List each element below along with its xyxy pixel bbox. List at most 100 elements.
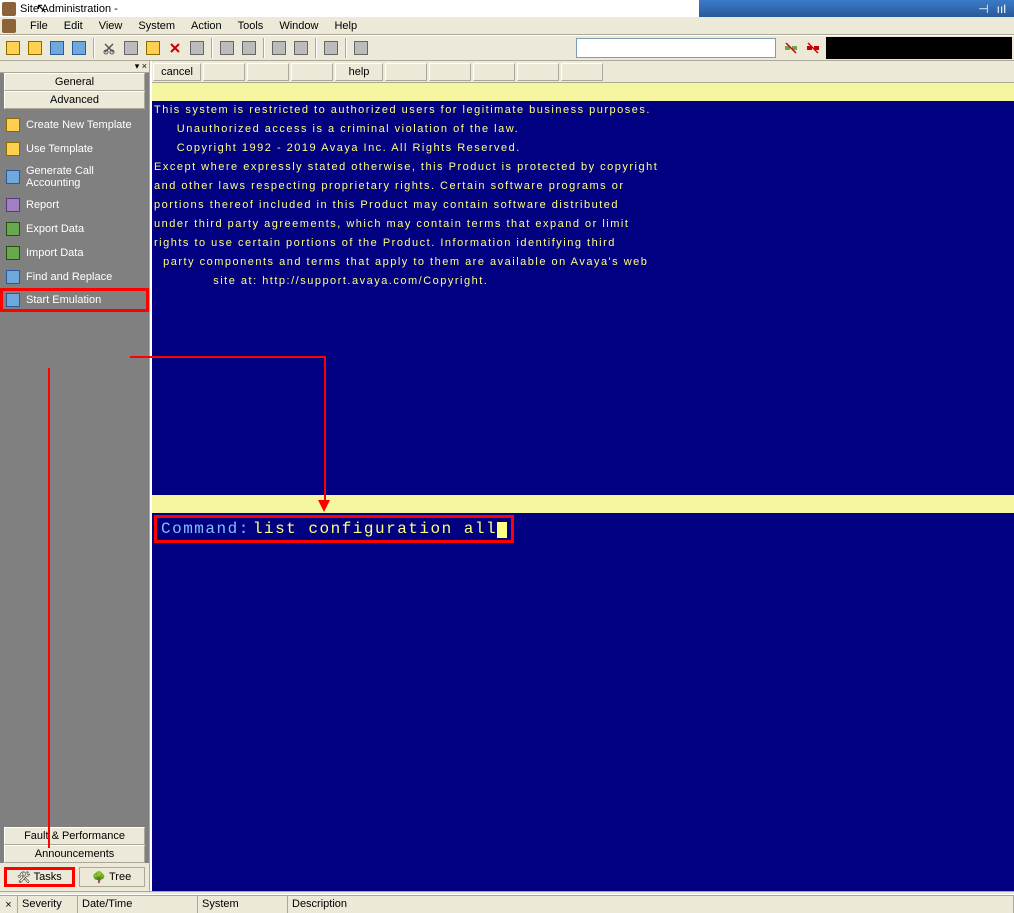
menu-action[interactable]: Action	[183, 20, 230, 32]
section-fault-performance[interactable]: Fault & Performance	[4, 827, 145, 845]
term-f7-button[interactable]	[429, 63, 471, 81]
sidebar-item-import-data[interactable]: Import Data	[0, 241, 149, 265]
terminal-text-l5: and other laws respecting proprietary ri…	[152, 177, 1014, 196]
toolbar-connect-icon[interactable]	[781, 38, 801, 58]
status-col-description[interactable]: Description	[288, 896, 1014, 913]
terminal-header-bar	[152, 83, 1014, 101]
sidebar-item-generate-call[interactable]: Generate Call Accounting	[0, 161, 149, 193]
term-f9-button[interactable]	[517, 63, 559, 81]
import-icon	[6, 246, 20, 260]
section-advanced[interactable]: Advanced	[4, 91, 145, 109]
sidebar-item-use-template[interactable]: Use Template	[0, 137, 149, 161]
window-title: Site Administration -	[20, 3, 118, 15]
toolbar-cut-icon[interactable]	[99, 38, 119, 58]
sidebar-item-export-data[interactable]: Export Data	[0, 217, 149, 241]
window-controls: ⊣ ııl	[699, 0, 1014, 17]
text-cursor	[497, 522, 507, 538]
toolbar-list-icon[interactable]	[217, 38, 237, 58]
toolbar-spacer	[826, 37, 1012, 59]
toolbar-grid-icon[interactable]	[239, 38, 259, 58]
annotation-arrow-head	[318, 500, 330, 512]
toolbar-saveall-icon[interactable]	[69, 38, 89, 58]
toolbar-props-icon[interactable]	[187, 38, 207, 58]
tab-tasks[interactable]: 🛠Tasks	[4, 867, 75, 887]
side-panel: ▾ × General Advanced Create New Template…	[0, 61, 150, 891]
terminal-divider-bar	[152, 495, 1014, 513]
section-announcements[interactable]: Announcements	[4, 845, 145, 863]
panel-handle[interactable]: ▾ ×	[0, 61, 149, 73]
status-grid: × Severity Date/Time System Description	[0, 895, 1014, 913]
toolbar	[0, 35, 1014, 61]
pin-icon[interactable]: ⊣	[978, 2, 988, 16]
toolbar-print-icon[interactable]	[291, 38, 311, 58]
export-icon	[6, 222, 20, 236]
command-highlight-box: Command: list configuration all	[154, 515, 514, 543]
annotation-arrow-v	[324, 356, 326, 504]
toolbar-save-icon[interactable]	[47, 38, 67, 58]
toolbar-doc-icon[interactable]	[351, 38, 371, 58]
toolbar-new-icon[interactable]	[3, 38, 23, 58]
annotation-arrow-h	[130, 356, 325, 358]
menu-bar: File Edit View System Action Tools Windo…	[0, 17, 1014, 35]
template-icon	[6, 142, 20, 156]
title-bar: Site Administration - ⊣ ııl	[0, 0, 1014, 17]
terminal-text-l7: under third party agreements, which may …	[152, 215, 1014, 234]
terminal-text-l10: site at: http://support.avaya.com/Copyri…	[152, 272, 1014, 291]
toolbar-find-icon[interactable]	[269, 38, 289, 58]
sidebar-item-start-emulation[interactable]: Start Emulation	[0, 288, 149, 312]
term-cancel-button[interactable]: cancel	[153, 63, 201, 81]
term-f4-button[interactable]	[291, 63, 333, 81]
toolbar-open-icon[interactable]	[25, 38, 45, 58]
toolbar-paste-icon[interactable]	[143, 38, 163, 58]
status-handle[interactable]: ×	[0, 896, 18, 913]
term-f6-button[interactable]	[385, 63, 427, 81]
call-icon	[6, 170, 20, 184]
app-icon	[2, 2, 16, 16]
status-col-severity[interactable]: Severity	[18, 896, 78, 913]
find-icon	[6, 270, 20, 284]
sidebar-item-report[interactable]: Report	[0, 193, 149, 217]
toolbar-system-dropdown[interactable]	[576, 38, 776, 58]
toolbar-report-icon[interactable]	[321, 38, 341, 58]
term-f3-button[interactable]	[247, 63, 289, 81]
terminal-text-l9: party components and terms that apply to…	[152, 253, 1014, 272]
terminal-toolbar: cancel help	[152, 61, 1014, 83]
menu-window[interactable]: Window	[271, 20, 326, 32]
terminal-command-row: Command: list configuration all	[152, 513, 1014, 545]
term-f10-button[interactable]	[561, 63, 603, 81]
sidebar-item-find-replace[interactable]: Find and Replace	[0, 265, 149, 289]
section-general[interactable]: General	[4, 73, 145, 91]
terminal-text-l3: Copyright 1992 - 2019 Avaya Inc. All Rig…	[152, 139, 1014, 158]
sidebar-item-create-template[interactable]: Create New Template	[0, 113, 149, 137]
menu-tools[interactable]: Tools	[230, 20, 272, 32]
toolbar-copy-icon[interactable]	[121, 38, 141, 58]
command-input[interactable]: list configuration all	[253, 520, 497, 538]
menu-help[interactable]: Help	[326, 20, 365, 32]
tab-tree[interactable]: 🌳Tree	[79, 867, 146, 887]
report-icon	[6, 198, 20, 212]
menu-system[interactable]: System	[130, 20, 183, 32]
term-f2-button[interactable]	[203, 63, 245, 81]
terminal-text-l6: portions thereof included in this Produc…	[152, 196, 1014, 215]
terminal-text-l1: This system is restricted to authorized …	[152, 101, 1014, 120]
term-help-button[interactable]: help	[335, 63, 383, 81]
menu-file[interactable]: File	[22, 20, 56, 32]
terminal-emulator[interactable]: This system is restricted to authorized …	[152, 83, 1014, 891]
terminal-text-l2: Unauthorized access is a criminal violat…	[152, 120, 1014, 139]
sidebar-items: Create New Template Use Template Generat…	[0, 109, 149, 827]
content-area: cancel help This system is restricted to…	[150, 61, 1014, 891]
menu-edit[interactable]: Edit	[56, 20, 91, 32]
tree-icon: 🌳	[92, 871, 106, 884]
toolbar-disconnect-icon[interactable]	[803, 38, 823, 58]
status-col-system[interactable]: System	[198, 896, 288, 913]
term-f8-button[interactable]	[473, 63, 515, 81]
terminal-text-l8: rights to use certain portions of the Pr…	[152, 234, 1014, 253]
signal-icon: ııl	[997, 2, 1006, 16]
status-col-datetime[interactable]: Date/Time	[78, 896, 198, 913]
app-icon-small	[2, 19, 16, 33]
toolbar-delete-icon[interactable]	[165, 38, 185, 58]
menu-view[interactable]: View	[91, 20, 131, 32]
template-icon	[6, 118, 20, 132]
sidebar-tabs: 🛠Tasks 🌳Tree	[0, 863, 149, 891]
command-label: Command:	[161, 520, 250, 538]
